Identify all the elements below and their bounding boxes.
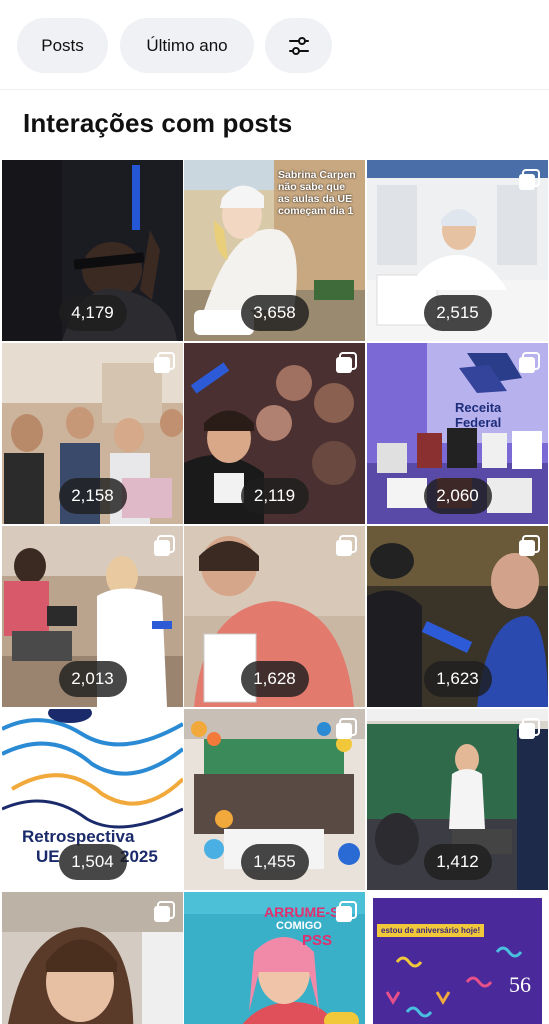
post-tile-10[interactable]: Retrospectiva UE 2025 1,504 bbox=[2, 709, 183, 890]
carousel-icon bbox=[336, 535, 357, 556]
post-tile-1[interactable]: 4,179 bbox=[2, 160, 183, 341]
period-label: Último ano bbox=[146, 35, 228, 55]
post-tile-7[interactable]: 2,013 bbox=[2, 526, 183, 707]
section-title: Interações com posts bbox=[23, 108, 293, 138]
post-tile-11[interactable]: 1,455 bbox=[184, 709, 365, 890]
post-tile-9[interactable]: 1,623 bbox=[367, 526, 548, 707]
overlay-line: não sabe que bbox=[278, 181, 346, 193]
post-caption-overlay: PSS bbox=[302, 932, 333, 949]
post-thumbnail bbox=[367, 892, 548, 1024]
carousel-icon bbox=[154, 901, 175, 922]
overlay-line: as aulas da UE bbox=[278, 193, 353, 205]
post-caption-overlay: Receita Federal bbox=[455, 400, 502, 430]
interaction-count: 1,504 bbox=[58, 844, 127, 880]
interaction-count: 2,158 bbox=[58, 478, 127, 514]
period-chip[interactable]: Último ano bbox=[120, 18, 254, 73]
overlay-line: começam dia 1 bbox=[278, 205, 354, 217]
interaction-count: 2,060 bbox=[423, 478, 492, 514]
post-tile-5[interactable]: 2,119 bbox=[184, 343, 365, 524]
filter-bar: Posts Último ano bbox=[0, 0, 549, 90]
sliders-icon bbox=[288, 36, 309, 55]
carousel-icon bbox=[519, 718, 540, 739]
interaction-count: 1,623 bbox=[423, 661, 492, 697]
carousel-icon bbox=[336, 901, 357, 922]
interaction-count: 4,179 bbox=[58, 295, 127, 331]
content-type-label: Posts bbox=[41, 35, 84, 55]
post-tile-6[interactable]: Receita Federal 2,060 bbox=[367, 343, 548, 524]
filter-button[interactable] bbox=[265, 18, 332, 73]
post-caption-overlay: UE bbox=[36, 847, 60, 866]
post-tile-2[interactable]: Sabrina Carpen não sabe que as aulas da … bbox=[184, 160, 365, 341]
carousel-icon bbox=[519, 169, 540, 190]
post-caption-overlay: COMIGO bbox=[276, 920, 322, 932]
interaction-count: 1,628 bbox=[240, 661, 309, 697]
post-tile-12[interactable]: 1,412 bbox=[367, 709, 548, 890]
carousel-icon bbox=[336, 352, 357, 373]
carousel-icon bbox=[154, 352, 175, 373]
post-caption-overlay: estou de aniversário hoje! bbox=[377, 924, 485, 937]
post-tile-4[interactable]: 2,158 bbox=[2, 343, 183, 524]
post-caption-overlay: 56 bbox=[509, 972, 531, 997]
interaction-count: 3,658 bbox=[240, 295, 309, 331]
post-tile-14[interactable]: ARRUME-SE COMIGO PSS bbox=[184, 892, 365, 1024]
interaction-count: 2,119 bbox=[240, 478, 309, 514]
content-type-chip[interactable]: Posts bbox=[17, 18, 108, 73]
post-tile-13[interactable] bbox=[2, 892, 183, 1024]
post-tile-8[interactable]: 1,628 bbox=[184, 526, 365, 707]
post-tile-15[interactable]: estou de aniversário hoje! 56 bbox=[367, 892, 548, 1024]
carousel-icon bbox=[519, 352, 540, 373]
post-tile-3[interactable]: 2,515 bbox=[367, 160, 548, 341]
interaction-count: 1,412 bbox=[423, 844, 492, 880]
post-caption-overlay: Sabrina Carpen não sabe que as aulas da … bbox=[278, 169, 365, 217]
interaction-count: 1,455 bbox=[240, 844, 309, 880]
carousel-icon bbox=[519, 535, 540, 556]
carousel-icon bbox=[154, 535, 175, 556]
overlay-line: Sabrina Carpen bbox=[278, 169, 356, 181]
interaction-count: 2,013 bbox=[58, 661, 127, 697]
interaction-count: 2,515 bbox=[423, 295, 492, 331]
carousel-icon bbox=[336, 718, 357, 739]
